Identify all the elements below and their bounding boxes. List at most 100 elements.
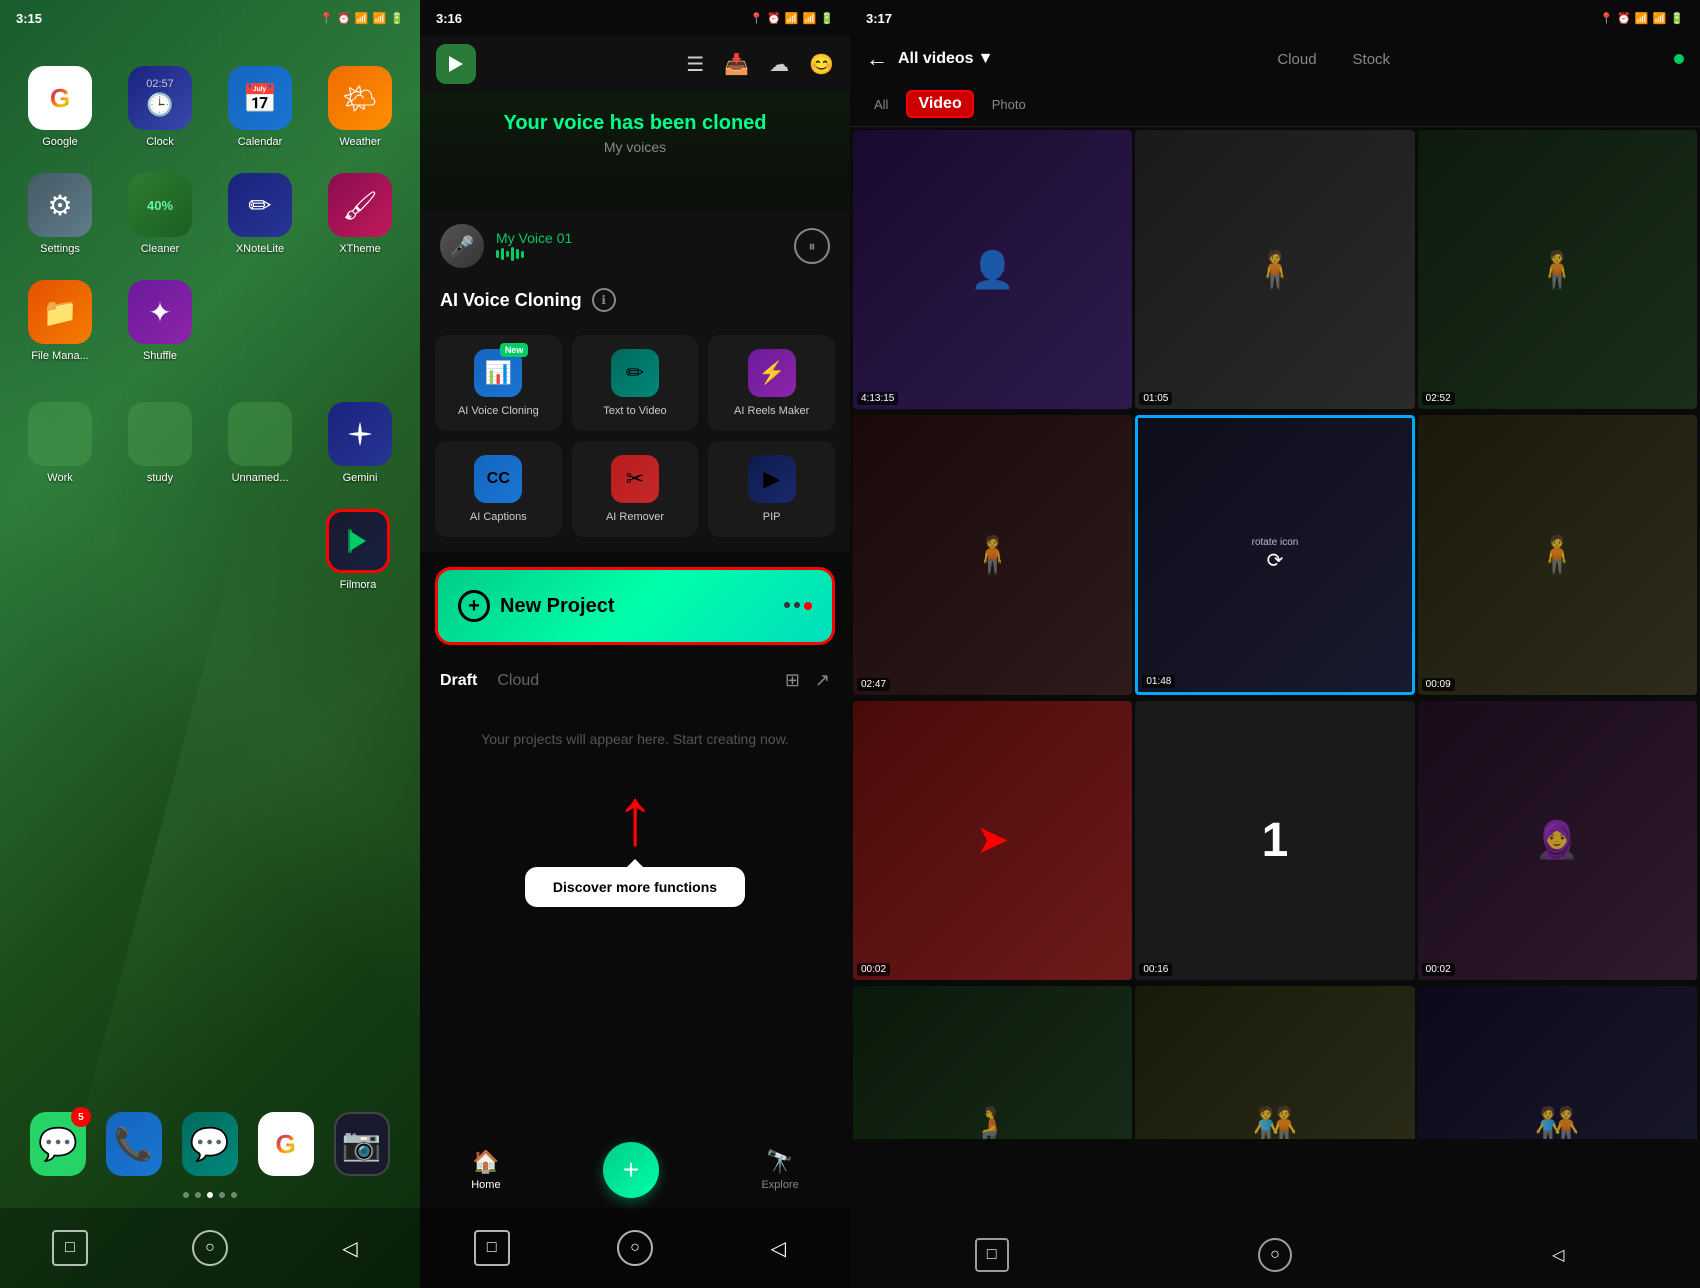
- app-work-folder[interactable]: Work: [20, 402, 100, 484]
- shuffle-label: Shuffle: [143, 350, 177, 362]
- voice-name: My Voice 01: [496, 230, 782, 246]
- nav-square-1[interactable]: □: [52, 1230, 88, 1266]
- app-clock[interactable]: 02:57 🕒 Clock: [120, 66, 200, 148]
- back-button[interactable]: ←: [866, 46, 888, 72]
- info-icon[interactable]: ℹ: [592, 288, 616, 312]
- filter-all[interactable]: All: [866, 93, 896, 116]
- dock-chrome[interactable]: G: [258, 1112, 314, 1176]
- dot-5: [231, 1192, 237, 1198]
- dock-camera[interactable]: 📷: [334, 1112, 390, 1176]
- filter-video-highlighted[interactable]: Video: [906, 90, 973, 118]
- nav-square-3[interactable]: □: [975, 1238, 1009, 1272]
- video-thumb-5[interactable]: rotate icon ⟳ 01:48 Tap Here to Edit in …: [1135, 415, 1414, 694]
- video-thumb-10[interactable]: 🧎 00:03: [853, 986, 1132, 1139]
- nav-explore[interactable]: 🔭 Explore: [761, 1149, 798, 1191]
- tab-cloud[interactable]: Cloud: [1269, 47, 1324, 72]
- nav-back-3[interactable]: ◁: [1541, 1238, 1575, 1272]
- alarm-icon: ⏰: [337, 12, 351, 25]
- nav-square-2[interactable]: □: [474, 1230, 510, 1266]
- app-gemini[interactable]: Gemini: [320, 402, 400, 484]
- voice-avatar: 🎤: [440, 224, 484, 268]
- person-icon-9: 🧕: [1535, 819, 1580, 861]
- app-study-folder[interactable]: study: [120, 402, 200, 484]
- dock-whatsapp[interactable]: 💬 5: [30, 1112, 86, 1176]
- voice-item: 🎤 My Voice 01 ⏸: [420, 212, 850, 280]
- video-thumb-2[interactable]: 🧍 01:05: [1135, 130, 1414, 409]
- app-calendar[interactable]: 📅 Calendar: [220, 66, 300, 148]
- feature-pip[interactable]: ▶ PIP: [708, 441, 835, 537]
- nav-back-1[interactable]: ◁: [332, 1230, 368, 1266]
- filter-photo[interactable]: Photo: [984, 93, 1034, 116]
- video-thumb-3[interactable]: 🧍 02:52: [1418, 130, 1697, 409]
- menu-icon[interactable]: ☰: [686, 52, 704, 77]
- video-thumb-4[interactable]: 🧍 02:47: [853, 415, 1132, 694]
- video-grid-container: 👤 4:13:15 🧍 01:05 🧍 02:52: [850, 127, 1700, 1139]
- video-duration-7: 00:02: [857, 963, 890, 976]
- gemini-svg: [344, 418, 376, 450]
- dock-phone[interactable]: 📞: [106, 1112, 162, 1176]
- text-video-icon: ✏: [611, 349, 659, 397]
- app-google[interactable]: G Google: [20, 66, 100, 148]
- feature-ai-captions[interactable]: CC AI Captions: [435, 441, 562, 537]
- person-icon-2: 🧍: [1253, 249, 1298, 291]
- nav-back-2[interactable]: ◁: [760, 1230, 796, 1266]
- nav-circle-3[interactable]: ○: [1258, 1238, 1292, 1272]
- app-fileman[interactable]: 📁 File Mana...: [20, 280, 100, 362]
- dock-messages[interactable]: 💬: [182, 1112, 238, 1176]
- video-duration-1: 4:13:15: [857, 392, 898, 405]
- app-filmora[interactable]: Filmora: [326, 509, 390, 591]
- feature-ai-voice[interactable]: 📊 New AI Voice Cloning: [435, 335, 562, 431]
- nav-home[interactable]: 🏠 Home: [471, 1149, 500, 1191]
- tab-stock[interactable]: Stock: [1345, 47, 1399, 72]
- app-xtheme[interactable]: 🖌 XTheme: [320, 173, 400, 255]
- video-thumb-7[interactable]: ➤ 00:02: [853, 701, 1132, 980]
- app-shuffle[interactable]: ✦ Shuffle: [120, 280, 200, 362]
- all-videos-dropdown[interactable]: All videos ▼: [898, 50, 993, 68]
- feature-text-video[interactable]: ✏ Text to Video: [572, 335, 699, 431]
- video-thumb-11[interactable]: 🧑‍🤝‍🧑 00:23: [1135, 986, 1414, 1139]
- screen3-video-library: 3:17 📍 ⏰ 📶 📶 🔋 ← All videos ▼ Cloud Stoc…: [850, 0, 1700, 1288]
- video-thumb-8[interactable]: 1 00:16: [1135, 701, 1414, 980]
- new-project-label: New Project: [500, 595, 614, 618]
- nav-circle-1[interactable]: ○: [192, 1230, 228, 1266]
- draft-tab[interactable]: Draft: [440, 672, 477, 690]
- app-unnamed-folder[interactable]: Unnamed...: [220, 402, 300, 484]
- feature-grid: 📊 New AI Voice Cloning ✏ Text to Video ⚡…: [420, 320, 850, 552]
- video-thumb-6[interactable]: 🧍 00:09: [1418, 415, 1697, 694]
- fab-create-button[interactable]: +: [603, 1142, 659, 1198]
- video-thumb-9[interactable]: 🧕 00:02: [1418, 701, 1697, 980]
- video-thumb-1[interactable]: 👤 4:13:15: [853, 130, 1132, 409]
- settings-icon: ⚙: [28, 173, 92, 237]
- filmora-row: Filmora: [0, 509, 420, 591]
- new-project-button[interactable]: + New Project: [435, 567, 835, 645]
- filmora-app-icon: [436, 44, 476, 84]
- whatsapp-badge: 5: [71, 1107, 91, 1127]
- xtheme-label: XTheme: [339, 243, 381, 255]
- app-weather[interactable]: 🌤 Weather: [320, 66, 400, 148]
- nav-circle-2[interactable]: ○: [617, 1230, 653, 1266]
- cloud-tab-draft[interactable]: Cloud: [497, 672, 539, 690]
- share-icon[interactable]: ↗: [815, 670, 830, 691]
- feature-ai-reels[interactable]: ⚡ AI Reels Maker: [708, 335, 835, 431]
- wave-1: [496, 250, 499, 258]
- inbox-icon[interactable]: 📥: [724, 52, 749, 77]
- xnote-label: XNoteLite: [236, 243, 284, 255]
- face-icon[interactable]: 😊: [809, 52, 834, 77]
- video-duration-6: 00:09: [1422, 678, 1455, 691]
- feature-ai-remover[interactable]: ✂ AI Remover: [572, 441, 699, 537]
- app-grid-row4: Work study Unnamed...: [0, 382, 420, 504]
- voice-play-btn[interactable]: ⏸: [794, 228, 830, 264]
- dot-3-active: [207, 1192, 213, 1198]
- video-thumb-12[interactable]: 🧑‍🤝‍🧑 00:00: [1418, 986, 1697, 1139]
- grid-icon[interactable]: ⊞: [785, 670, 800, 691]
- weather-label: Weather: [339, 136, 380, 148]
- video-grid-row2: 🧍 02:47 rotate icon ⟳ 01:48 Tap Here to …: [850, 412, 1700, 697]
- dock: 💬 5 📞 💬 G 📷: [0, 1100, 420, 1188]
- cloud-icon-top[interactable]: ☁: [769, 52, 789, 77]
- app-settings[interactable]: ⚙ Settings: [20, 173, 100, 255]
- screen3-bottom: □ ○ ◁: [850, 1222, 1700, 1288]
- app-xnote[interactable]: ✏ XNoteLite: [220, 173, 300, 255]
- app-cleaner[interactable]: 40% Cleaner: [120, 173, 200, 255]
- cleaner-icon: 40%: [128, 173, 192, 237]
- status-icons-1: 📍 ⏰ 📶 📶 🔋: [319, 12, 404, 25]
